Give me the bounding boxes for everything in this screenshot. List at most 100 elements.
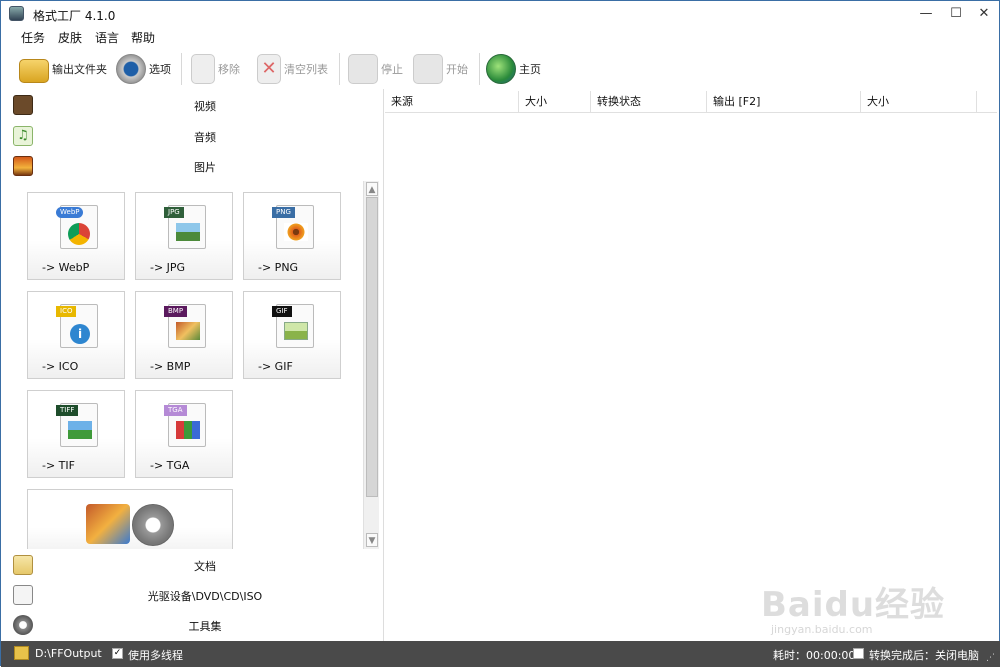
tile-label: -> TIF [42, 459, 75, 472]
clear-icon: ✕ [257, 54, 281, 84]
after-convert-checkbox[interactable] [853, 648, 864, 659]
category-picture[interactable]: 图片 [1, 151, 384, 181]
menu-task[interactable]: 任务 [21, 29, 45, 46]
scroll-thumb[interactable] [366, 197, 378, 497]
scroll-down-icon[interactable]: ▼ [366, 533, 378, 547]
task-list[interactable]: 来源 大小 转换状态 输出 [F2] 大小 [385, 89, 999, 641]
remove-icon [191, 54, 215, 84]
picture-format-grid: WebP -> WebP JPG -> JPG PNG -> PNG ICO i [9, 181, 370, 549]
remove-button[interactable]: 移除 [191, 52, 240, 86]
flower-icon [284, 223, 308, 241]
tile-label: -> PNG [258, 261, 299, 274]
column-source[interactable]: 来源 [385, 91, 519, 113]
maximize-button[interactable]: ☐ [941, 1, 971, 27]
tile-label: -> WebP [42, 261, 90, 274]
category-optical-label: 光驱设备\DVD\CD\ISO [147, 590, 263, 603]
toolbar: 输出文件夹 选项 移除 ✕ 清空列表 停止 开始 主页 [1, 49, 999, 89]
category-panel: 视频 ♫ 音频 图片 WebP -> WebP JPG -> JPG PNG -… [1, 89, 384, 641]
multithread-label: 使用多线程 [128, 649, 183, 662]
category-video[interactable]: 视频 [1, 90, 384, 120]
tile-tif[interactable]: TIFF -> TIF [27, 390, 125, 478]
toolbar-separator [181, 53, 182, 85]
info-icon: i [70, 324, 90, 344]
start-icon [413, 54, 443, 84]
after-convert-label: 转换完成后：关闭电脑 [869, 649, 979, 662]
tile-bmp[interactable]: BMP -> BMP [135, 291, 233, 379]
menu-skin[interactable]: 皮肤 [58, 29, 82, 46]
chrome-icon [68, 223, 90, 245]
category-audio-label: 音频 [194, 131, 216, 144]
start-button[interactable]: 开始 [413, 52, 468, 86]
output-path[interactable]: D:\FFOutput [35, 647, 102, 660]
scroll-up-icon[interactable]: ▲ [366, 182, 378, 196]
output-folder-label: 输出文件夹 [52, 63, 107, 76]
window-title: 格式工厂 4.1.0 [33, 9, 116, 23]
stop-icon [348, 54, 378, 84]
options-button[interactable]: 选项 [116, 52, 171, 86]
home-button[interactable]: 主页 [486, 52, 541, 86]
toolbar-separator [479, 53, 480, 85]
column-output[interactable]: 输出 [F2] [707, 91, 861, 113]
tile-webp[interactable]: WebP -> WebP [27, 192, 125, 280]
format-tag: JPG [164, 207, 184, 218]
tile-jpg[interactable]: JPG -> JPG [135, 192, 233, 280]
tile-label: -> ICO [42, 360, 79, 373]
menu-bar: 任务 皮肤 语言 帮助 [1, 27, 999, 47]
menu-language[interactable]: 语言 [95, 29, 119, 46]
remove-label: 移除 [218, 63, 240, 76]
clear-list-label: 清空列表 [284, 63, 328, 76]
menu-help[interactable]: 帮助 [131, 29, 155, 46]
title-bar: 格式工厂 4.1.0 — ☐ ✕ [1, 1, 999, 27]
category-audio[interactable]: ♫ 音频 [1, 121, 384, 151]
app-window: 格式工厂 4.1.0 — ☐ ✕ 任务 皮肤 语言 帮助 输出文件夹 选项 移除… [0, 0, 1000, 667]
format-tag: TIFF [56, 405, 79, 416]
tile-gif[interactable]: GIF -> GIF [243, 291, 341, 379]
tile-ico[interactable]: ICO i -> ICO [27, 291, 125, 379]
format-tag: PNG [272, 207, 295, 218]
tile-png[interactable]: PNG -> PNG [243, 192, 341, 280]
format-tag: TGA [164, 405, 187, 416]
landscape-icon [68, 421, 92, 439]
tile-picture-tools[interactable] [27, 489, 233, 549]
status-bar: D:\FFOutput ✓ 使用多线程 耗时：00:00:00 转换完成后：关闭… [1, 641, 1000, 667]
output-folder-button[interactable]: 输出文件夹 [19, 52, 107, 86]
gear-icon [116, 54, 146, 84]
stop-button[interactable]: 停止 [348, 52, 403, 86]
format-tag: WebP [56, 207, 84, 218]
tile-label: -> GIF [258, 360, 293, 373]
globe-icon [486, 54, 516, 84]
multithread-checkbox[interactable]: ✓ [112, 648, 123, 659]
category-video-label: 视频 [194, 100, 216, 113]
category-picture-label: 图片 [194, 161, 216, 174]
task-table-header: 来源 大小 转换状态 输出 [F2] 大小 [385, 91, 997, 113]
tile-label: -> JPG [150, 261, 186, 274]
tile-label: -> BMP [150, 360, 191, 373]
toolbar-separator [339, 53, 340, 85]
category-tools-label: 工具集 [188, 620, 222, 633]
elapsed-time: 耗时：00:00:00 [773, 649, 856, 662]
baidu-watermark-url: jingyan.baidu.com [771, 623, 873, 636]
folder-icon [14, 646, 29, 660]
close-button[interactable]: ✕ [969, 1, 999, 27]
paint-icon [176, 322, 200, 340]
category-optical[interactable]: 光驱设备\DVD\CD\ISO [1, 580, 384, 610]
image-icon [284, 322, 308, 340]
clear-list-button[interactable]: ✕ 清空列表 [257, 52, 328, 86]
category-tools[interactable]: 工具集 [1, 610, 384, 640]
baidu-watermark: Baidu经验 [761, 585, 946, 625]
column-size[interactable]: 大小 [519, 91, 591, 113]
cubes-icon [176, 421, 200, 439]
column-status[interactable]: 转换状态 [591, 91, 707, 113]
minimize-button[interactable]: — [911, 1, 941, 27]
vertical-scrollbar[interactable]: ▲ ▼ [363, 181, 379, 549]
category-document-label: 文档 [194, 560, 216, 573]
stop-label: 停止 [381, 63, 403, 76]
gear-icon [132, 504, 174, 546]
picture-tools-icon [86, 504, 130, 544]
landscape-icon [176, 223, 200, 241]
resize-grip-icon[interactable]: ⋰ [986, 653, 995, 663]
home-label: 主页 [519, 63, 541, 76]
category-document[interactable]: 文档 [1, 550, 384, 580]
tile-tga[interactable]: TGA -> TGA [135, 390, 233, 478]
column-output-size[interactable]: 大小 [861, 91, 977, 113]
